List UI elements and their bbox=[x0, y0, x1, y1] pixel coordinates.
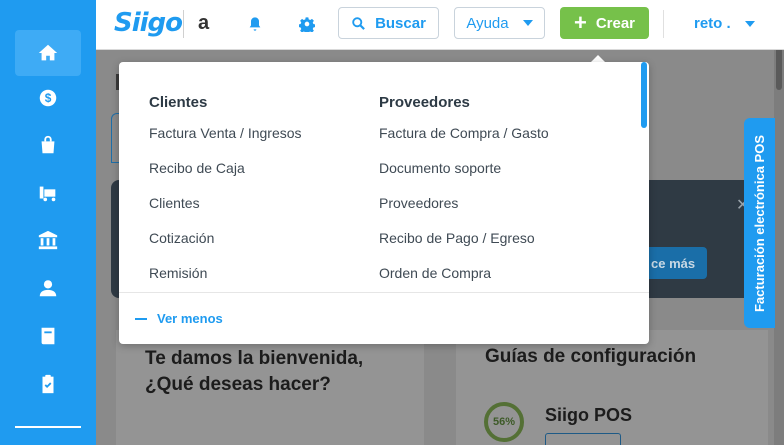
menu-item-suppliers[interactable]: Proveedores bbox=[379, 196, 549, 231]
plus-icon: + bbox=[573, 10, 587, 35]
logo-separator bbox=[183, 10, 184, 38]
sidebar-item-purchases[interactable] bbox=[15, 122, 81, 168]
menu-item-purchase-invoice[interactable]: Factura de Compra / Gasto bbox=[379, 126, 549, 161]
menu-item-cash-receipt[interactable]: Recibo de Caja bbox=[149, 161, 302, 196]
welcome-line-1: Te damos la bienvenida, bbox=[145, 348, 364, 369]
shopping-bag-icon bbox=[41, 135, 55, 154]
siigo-logo[interactable]: Siigo bbox=[114, 8, 183, 38]
sidebar: $ bbox=[0, 0, 96, 445]
clipboard-check-icon bbox=[42, 374, 54, 394]
sidebar-item-payroll[interactable] bbox=[15, 265, 81, 311]
company-name[interactable]: a bbox=[198, 12, 209, 35]
suppliers-heading: Proveedores bbox=[379, 94, 470, 111]
search-button-label: Buscar bbox=[375, 14, 426, 32]
menu-item-support-document[interactable]: Documento soporte bbox=[379, 161, 549, 196]
sidebar-item-banks[interactable] bbox=[15, 217, 81, 263]
top-bar: Siigo a Buscar Ayuda + Crear reto . bbox=[96, 0, 784, 50]
guides-title: Guías de configuración bbox=[485, 346, 697, 367]
bank-icon bbox=[38, 230, 58, 250]
sidebar-divider bbox=[15, 426, 81, 428]
show-less-label: Ver menos bbox=[157, 311, 223, 326]
menu-item-sales-invoice[interactable]: Factura Venta / Ingresos bbox=[149, 126, 302, 161]
menu-item-purchase-order[interactable]: Orden de Compra bbox=[379, 266, 549, 301]
truck-icon bbox=[39, 186, 56, 202]
menu-item-remission[interactable]: Remisión bbox=[149, 266, 302, 301]
home-icon bbox=[38, 44, 58, 61]
guide-configure-button[interactable] bbox=[545, 433, 621, 445]
user-separator bbox=[663, 10, 664, 38]
welcome-title: Te damos la bienvenida, ¿Qué deseas hace… bbox=[145, 346, 363, 398]
welcome-line-2: ¿Qué deseas hacer? bbox=[145, 374, 331, 395]
banner-learn-more-button[interactable]: ce más bbox=[649, 247, 707, 279]
pos-invoicing-tab[interactable]: Facturación electrónica POS bbox=[744, 118, 775, 328]
search-icon bbox=[352, 16, 365, 30]
show-less-toggle[interactable]: Ver menos bbox=[135, 311, 223, 326]
dropdown-divider bbox=[119, 292, 649, 293]
guide-progress-ring: 56% bbox=[484, 402, 524, 442]
chevron-down-icon bbox=[744, 20, 755, 27]
clients-column: Clientes Factura Venta / Ingresos Recibo… bbox=[149, 94, 302, 301]
pos-tab-label: Facturación electrónica POS bbox=[752, 134, 768, 312]
menu-item-quote[interactable]: Cotización bbox=[149, 231, 302, 266]
sidebar-item-home[interactable] bbox=[15, 30, 81, 76]
book-icon bbox=[41, 327, 55, 345]
sidebar-item-accounting[interactable] bbox=[15, 313, 81, 359]
dropdown-scrollbar[interactable] bbox=[641, 62, 647, 128]
notifications-button[interactable] bbox=[244, 13, 266, 35]
user-icon bbox=[39, 280, 57, 297]
create-button[interactable]: + Crear bbox=[560, 7, 649, 39]
menu-item-clients[interactable]: Clientes bbox=[149, 196, 302, 231]
sidebar-item-tasks[interactable] bbox=[15, 361, 81, 407]
suppliers-column: Proveedores Factura de Compra / Gasto Do… bbox=[379, 94, 549, 301]
sidebar-item-inventory[interactable] bbox=[15, 170, 81, 216]
user-menu[interactable]: reto . bbox=[694, 15, 755, 32]
create-button-label: Crear bbox=[595, 14, 636, 32]
gear-icon bbox=[299, 17, 315, 32]
svg-text:$: $ bbox=[45, 91, 52, 105]
guide-name: Siigo POS bbox=[545, 405, 633, 425]
sidebar-item-sales[interactable]: $ bbox=[15, 75, 81, 121]
search-button[interactable]: Buscar bbox=[338, 7, 439, 39]
dollar-icon: $ bbox=[39, 89, 57, 107]
help-label: Ayuda bbox=[466, 14, 509, 32]
user-name: reto . bbox=[694, 15, 731, 32]
settings-button[interactable] bbox=[296, 13, 318, 35]
help-dropdown[interactable]: Ayuda bbox=[454, 7, 545, 39]
chevron-down-icon bbox=[522, 20, 533, 26]
minus-icon bbox=[135, 317, 147, 320]
bell-icon bbox=[249, 17, 261, 31]
clients-heading: Clientes bbox=[149, 94, 208, 111]
menu-item-payment-receipt[interactable]: Recibo de Pago / Egreso bbox=[379, 231, 549, 266]
